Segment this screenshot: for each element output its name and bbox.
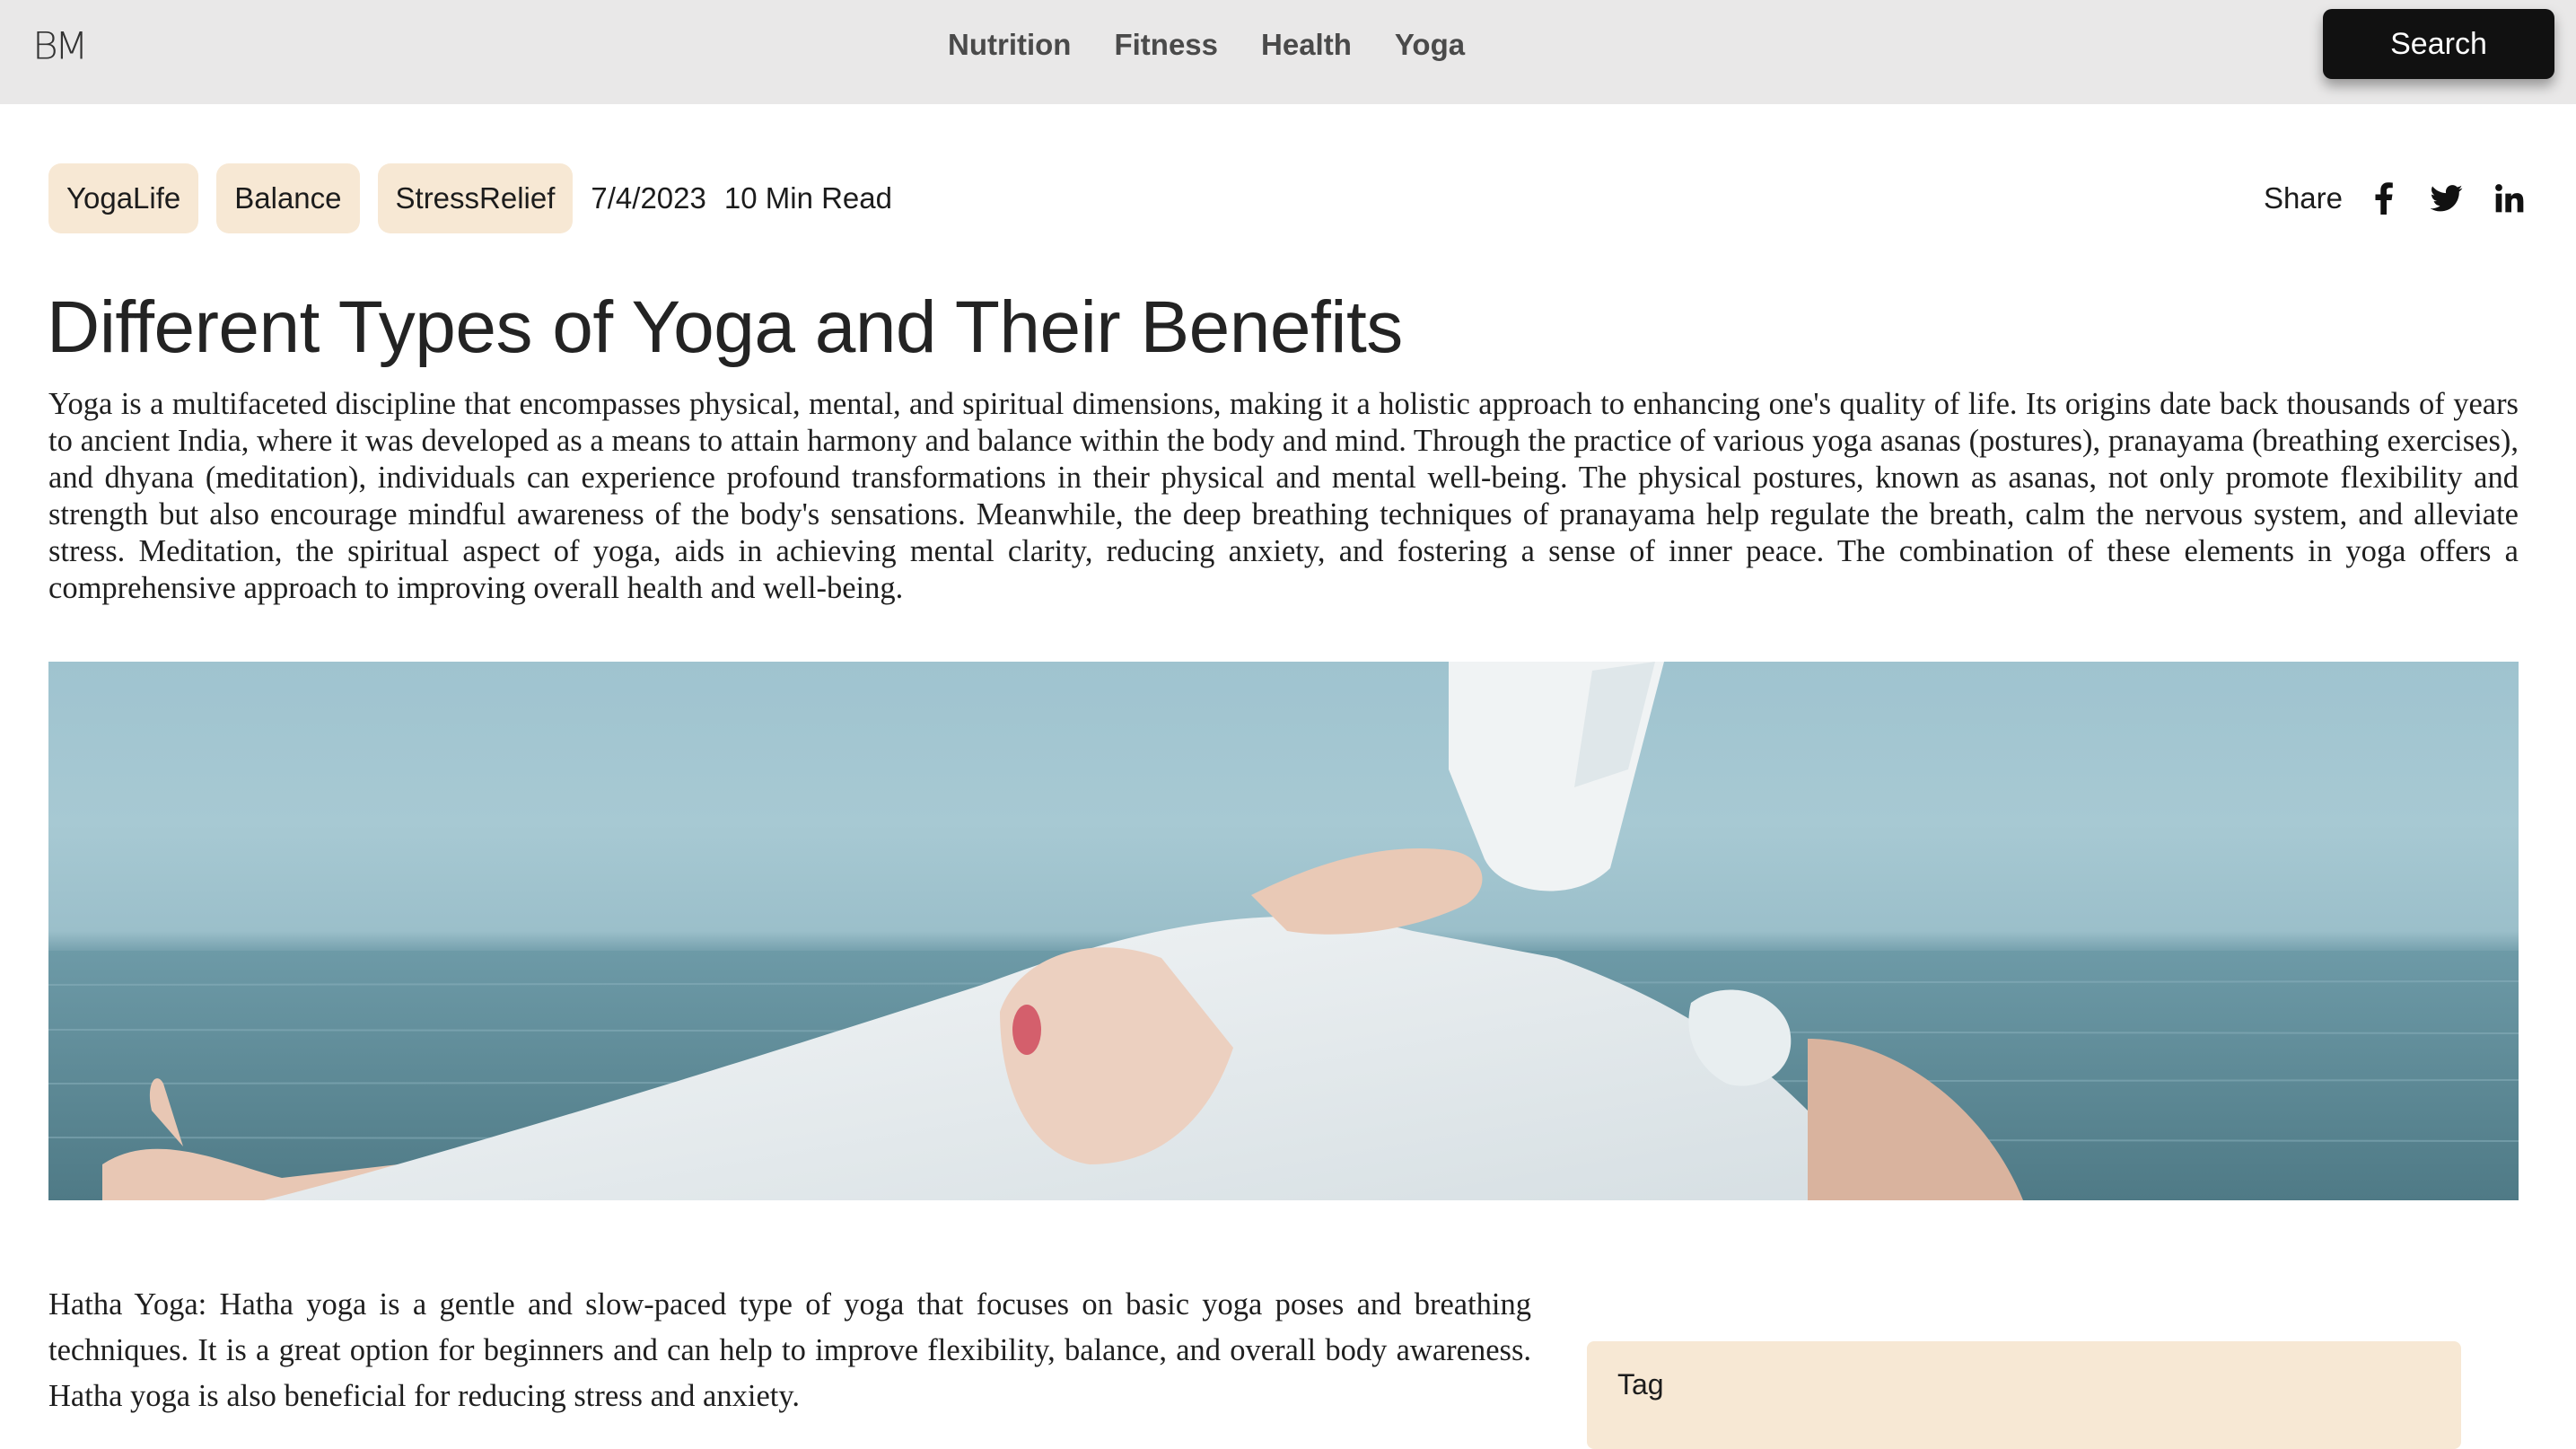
facebook-icon[interactable] — [2366, 180, 2402, 216]
article-meta: YogaLife Balance StressRelief 7/4/2023 1… — [48, 163, 892, 233]
read-time: 10 Min Read — [723, 181, 892, 215]
tag-pill-stressrelief[interactable]: StressRelief — [377, 163, 574, 233]
nav-link-nutrition[interactable]: Nutrition — [948, 28, 1071, 62]
tag-pill-balance[interactable]: Balance — [216, 163, 360, 233]
search-button[interactable]: Search — [2323, 9, 2554, 79]
nav-link-yoga[interactable]: Yoga — [1395, 28, 1465, 62]
share-bar: Share — [2264, 163, 2528, 233]
nav-link-fitness[interactable]: Fitness — [1114, 28, 1218, 62]
article-intro: Yoga is a multifaceted discipline that e… — [48, 387, 2519, 605]
main-nav: Nutrition Fitness Health Yoga — [948, 0, 1465, 90]
hero-image — [48, 662, 2519, 1200]
linkedin-icon[interactable] — [2492, 180, 2528, 216]
twitter-icon[interactable] — [2429, 180, 2465, 216]
sidebar-tag-card: Tag — [1587, 1341, 2461, 1449]
nav-link-health[interactable]: Health — [1261, 28, 1352, 62]
tag-pill-yogalife[interactable]: YogaLife — [48, 163, 199, 233]
article-body: Hatha Yoga: Hatha yoga is a gentle and s… — [48, 1287, 1531, 1413]
article-title: Different Types of Yoga and Their Benefi… — [47, 286, 1403, 368]
publish-date: 7/4/2023 — [591, 181, 706, 215]
sidebar-heading: Tag — [1617, 1368, 1664, 1401]
share-label: Share — [2263, 181, 2343, 215]
site-logo[interactable]: BM — [32, 24, 89, 67]
top-navbar: BM Nutrition Fitness Health Yoga Search — [0, 0, 2576, 104]
